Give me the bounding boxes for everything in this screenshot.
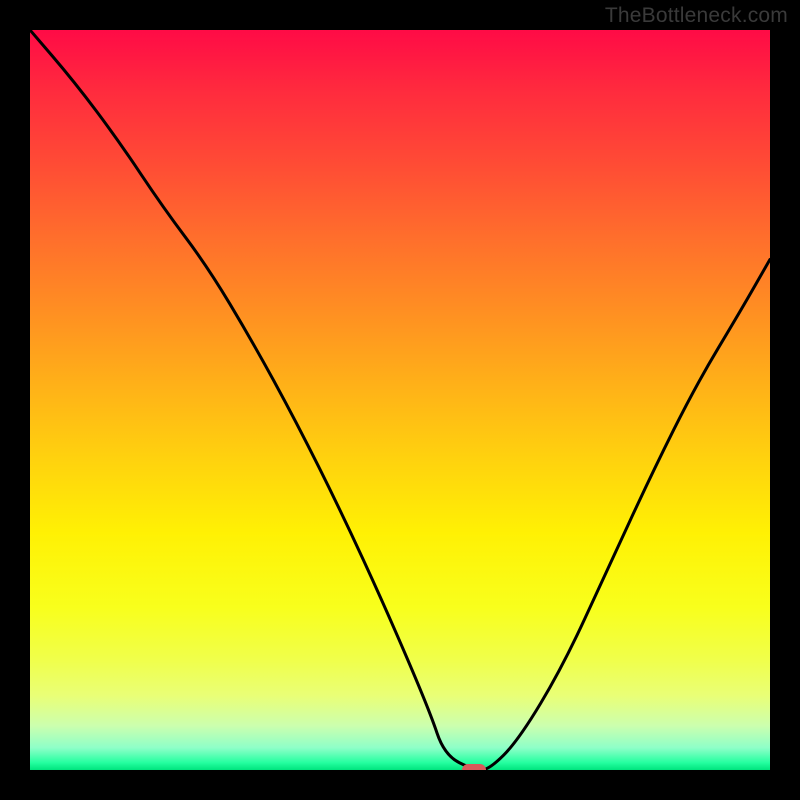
bottleneck-curve <box>30 30 770 770</box>
plot-area <box>30 30 770 770</box>
watermark-label: TheBottleneck.com <box>605 4 788 28</box>
optimal-point-marker <box>462 764 486 770</box>
chart-stage: TheBottleneck.com <box>0 0 800 800</box>
